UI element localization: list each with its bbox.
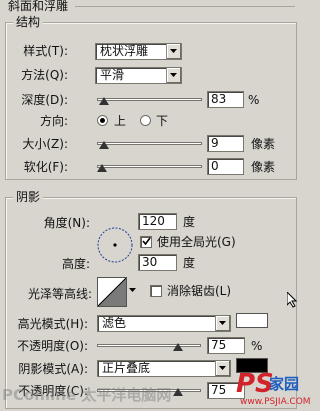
direction-down-label[interactable]: 下 <box>156 113 168 129</box>
depth-unit: % <box>248 93 260 107</box>
shadow-mode-select[interactable]: 正片叠底 <box>97 360 231 377</box>
size-slider-thumb[interactable] <box>99 141 109 149</box>
chevron-down-icon[interactable] <box>166 68 181 83</box>
angle-dial-icon <box>97 227 133 263</box>
depth-label: 深度(D): <box>21 93 68 107</box>
angle-input[interactable]: 120 <box>138 213 177 230</box>
chevron-down-icon[interactable] <box>166 44 181 59</box>
soften-slider-track[interactable] <box>97 165 202 168</box>
angle-label: 角度(N): <box>43 216 90 230</box>
gloss-contour-label: 光泽等高线: <box>28 287 93 301</box>
angle-unit: 度 <box>183 215 196 229</box>
contour-preview-icon <box>97 277 127 307</box>
style-label: 样式(T): <box>23 44 68 58</box>
size-label: 大小(Z): <box>22 137 68 151</box>
method-label: 方法(Q): <box>21 68 68 82</box>
psjia-suffix-watermark: 家园 <box>269 375 300 393</box>
highlight-mode-value: 滤色 <box>102 316 127 330</box>
shadow-mode-label: 阴影模式(A): <box>18 362 88 376</box>
highlight-opacity-thumb[interactable] <box>173 343 183 351</box>
highlight-opacity-unit: % <box>251 339 263 353</box>
altitude-label: 高度: <box>61 257 90 271</box>
chevron-down-icon[interactable] <box>215 361 230 376</box>
soften-slider-thumb[interactable] <box>97 164 107 172</box>
highlight-opacity-input[interactable]: 75 <box>207 337 245 354</box>
gloss-contour-dropdown[interactable] <box>128 284 137 296</box>
chevron-down-icon[interactable] <box>215 316 230 331</box>
altitude-input[interactable]: 30 <box>138 254 177 271</box>
anti-alias-checkbox[interactable] <box>150 285 162 297</box>
soften-unit: 像素 <box>251 160 276 174</box>
highlight-opacity-track[interactable] <box>97 344 201 347</box>
gloss-contour-picker[interactable] <box>97 277 127 307</box>
method-select-value: 平滑 <box>100 68 125 82</box>
soften-label: 软化(F): <box>23 160 68 174</box>
size-slider-track[interactable] <box>97 142 202 145</box>
check-icon <box>142 237 151 246</box>
highlight-color-swatch[interactable] <box>236 313 268 328</box>
pconline-watermark: PConline 太平洋电脑网 <box>2 386 172 404</box>
psjia-url-watermark: www.PSJIA.COM <box>240 397 311 407</box>
direction-up-label[interactable]: 上 <box>114 113 126 129</box>
top-divider <box>75 6 295 7</box>
altitude-unit: 度 <box>183 256 196 270</box>
soften-input[interactable]: 0 <box>207 158 244 175</box>
mouse-cursor-icon <box>286 290 298 311</box>
size-unit: 像素 <box>251 137 276 151</box>
depth-slider-track[interactable] <box>97 98 202 101</box>
method-select[interactable]: 平滑 <box>95 67 182 84</box>
size-input[interactable]: 9 <box>207 135 244 152</box>
shadow-mode-value: 正片叠底 <box>102 361 151 375</box>
style-select[interactable]: 枕状浮雕 <box>95 43 182 60</box>
direction-label: 方向: <box>39 114 68 128</box>
global-light-checkbox[interactable] <box>140 236 152 248</box>
highlight-mode-select[interactable]: 滤色 <box>97 315 231 332</box>
direction-up-radio[interactable] <box>97 115 108 126</box>
highlight-opacity-label: 不透明度(O): <box>17 339 88 353</box>
bevel-emboss-tab[interactable]: 斜面和浮雕 <box>8 0 68 14</box>
shadow-opacity-thumb[interactable] <box>173 388 183 396</box>
shadow-group-title: 阴影 <box>13 190 44 204</box>
angle-dial[interactable] <box>95 225 135 265</box>
direction-down-radio[interactable] <box>140 115 151 126</box>
anti-alias-label[interactable]: 消除锯齿(L) <box>167 283 231 299</box>
depth-slider-thumb[interactable] <box>99 97 109 105</box>
style-select-value: 枕状浮雕 <box>100 44 149 58</box>
global-light-label[interactable]: 使用全局光(G) <box>157 234 236 250</box>
depth-input[interactable]: 83 <box>207 91 244 108</box>
highlight-mode-label: 高光模式(H): <box>17 317 88 331</box>
chevron-down-icon <box>129 288 136 292</box>
structure-group-title: 结构 <box>13 15 44 29</box>
